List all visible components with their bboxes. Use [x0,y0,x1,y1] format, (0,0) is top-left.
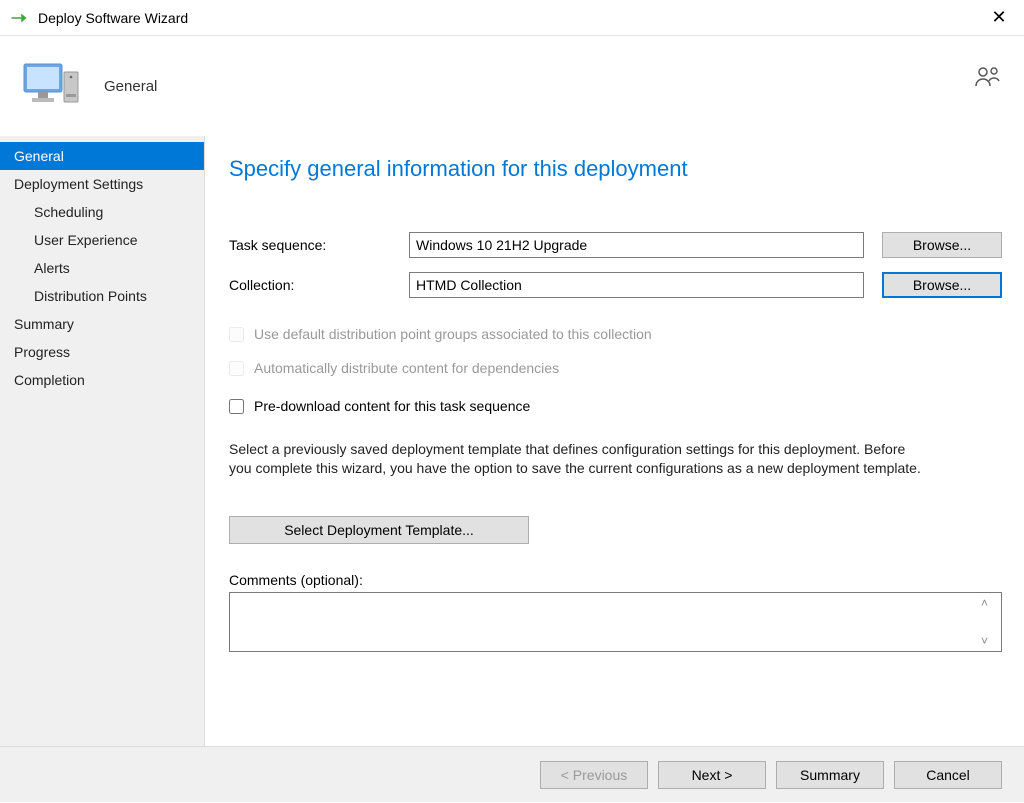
header-title: General [104,78,157,95]
scroll-up-icon[interactable]: ˄ [981,596,997,610]
wizard-page-content: Specify general information for this dep… [205,136,1024,746]
select-deployment-template-button[interactable]: Select Deployment Template... [229,516,529,544]
sidebar-item-label: Progress [14,344,70,360]
sidebar-item-label: User Experience [34,232,138,248]
sidebar-item-label: Summary [14,316,74,332]
collection-input[interactable] [409,272,864,298]
template-help-text: Select a previously saved deployment tem… [229,440,929,478]
sidebar-item-label: Distribution Points [34,288,147,304]
close-button[interactable]: ✕ [984,7,1014,28]
sidebar-item-alerts[interactable]: Alerts [0,254,204,282]
task-sequence-browse-button[interactable]: Browse... [882,232,1002,258]
title-bar: Deploy Software Wizard ✕ [0,0,1024,36]
arrow-right-icon [10,9,28,27]
task-sequence-row: Task sequence: Browse... [229,232,1002,258]
predownload-check-row: Pre-download content for this task seque… [229,398,1002,414]
comments-label: Comments (optional): [229,572,1002,588]
previous-button: < Previous [540,761,648,789]
sidebar-item-general[interactable]: General [0,142,204,170]
sidebar-item-deployment-settings[interactable]: Deployment Settings [0,170,204,198]
auto-dist-check-row: Automatically distribute content for dep… [229,360,1002,376]
computer-monitor-icon [20,58,84,114]
cancel-button[interactable]: Cancel [894,761,1002,789]
predownload-checkbox[interactable] [229,399,244,414]
sidebar-item-progress[interactable]: Progress [0,338,204,366]
sidebar-item-user-experience[interactable]: User Experience [0,226,204,254]
wizard-steps-sidebar: General Deployment Settings Scheduling U… [0,136,205,746]
predownload-check-label: Pre-download content for this task seque… [254,398,530,414]
comments-scrollbar[interactable]: ˄ ˅ [981,593,997,651]
header: General [0,36,1024,136]
task-sequence-label: Task sequence: [229,237,409,253]
next-button[interactable]: Next > [658,761,766,789]
sidebar-item-completion[interactable]: Completion [0,366,204,394]
auto-dist-checkbox [229,361,244,376]
window-title: Deploy Software Wizard [38,10,984,26]
collection-row: Collection: Browse... [229,272,1002,298]
sidebar-item-label: Scheduling [34,204,103,220]
sidebar-item-label: General [14,148,64,164]
comments-box: ˄ ˅ [229,592,1002,652]
wizard-footer: < Previous Next > Summary Cancel [0,746,1024,802]
default-dp-checkbox [229,327,244,342]
comments-textarea[interactable] [230,593,979,651]
sidebar-item-label: Alerts [34,260,70,276]
default-dp-check-row: Use default distribution point groups as… [229,326,1002,342]
collection-label: Collection: [229,277,409,293]
sidebar-item-label: Deployment Settings [14,176,143,192]
summary-button[interactable]: Summary [776,761,884,789]
auto-dist-check-label: Automatically distribute content for dep… [254,360,559,376]
sidebar-item-summary[interactable]: Summary [0,310,204,338]
sidebar-item-scheduling[interactable]: Scheduling [0,198,204,226]
scroll-down-icon[interactable]: ˅ [981,634,997,648]
collection-browse-button[interactable]: Browse... [882,272,1002,298]
sidebar-item-label: Completion [14,372,85,388]
people-icon [974,66,1002,91]
page-heading: Specify general information for this dep… [229,156,1002,182]
default-dp-check-label: Use default distribution point groups as… [254,326,652,342]
task-sequence-input[interactable] [409,232,864,258]
sidebar-item-distribution-points[interactable]: Distribution Points [0,282,204,310]
